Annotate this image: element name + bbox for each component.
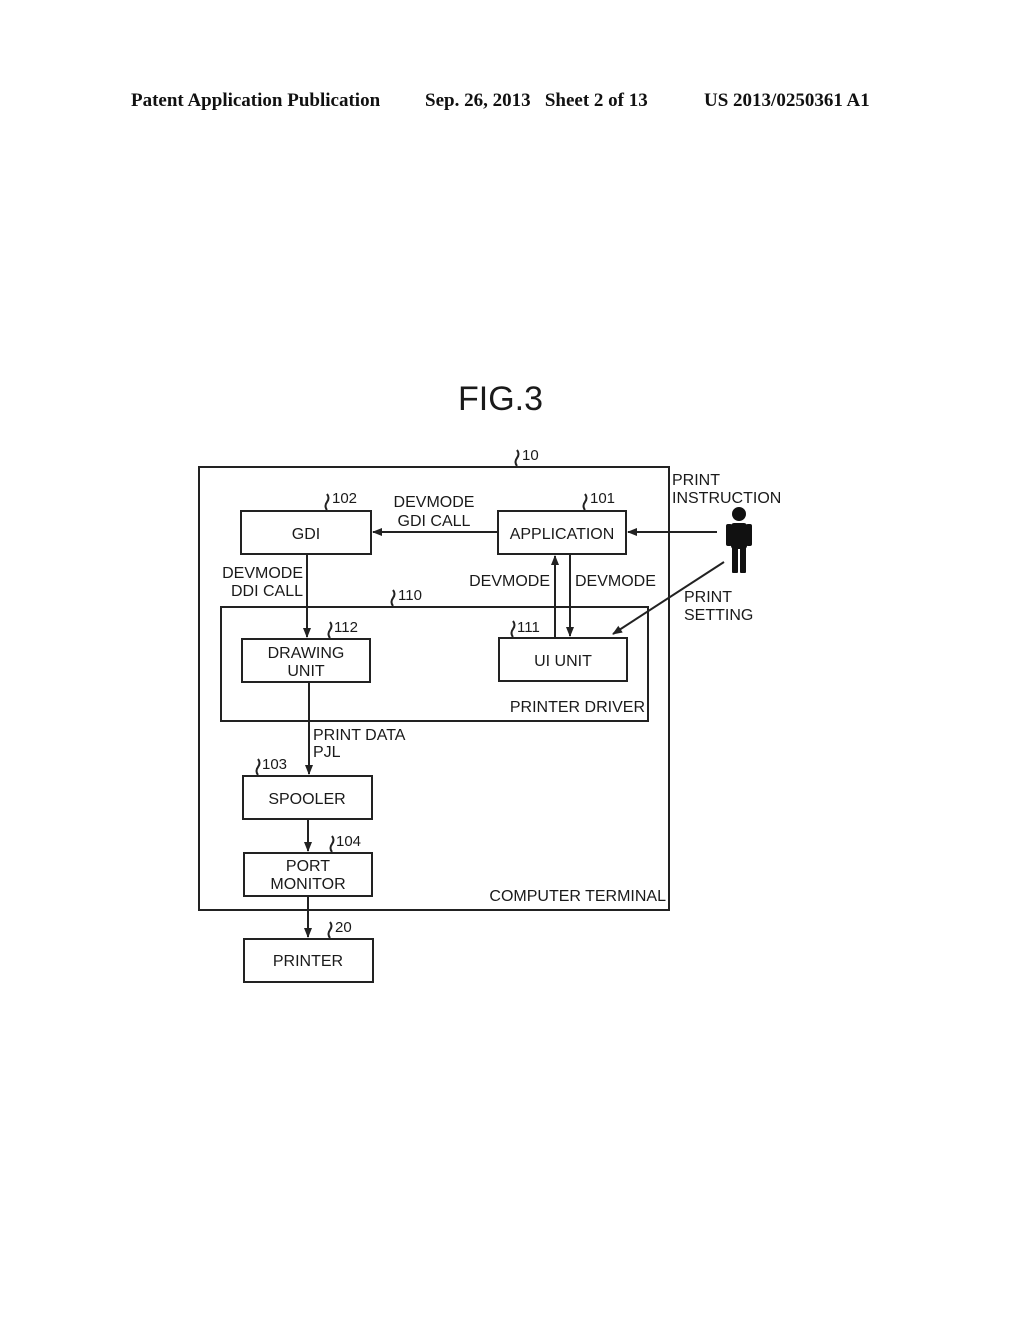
- ref-101: 101: [590, 490, 615, 507]
- edge-label-devmode-ddi: DEVMODE: [222, 565, 303, 582]
- edge-label-print-data: PRINT DATA: [313, 727, 406, 744]
- edge-label-instruction: INSTRUCTION: [672, 490, 781, 507]
- edge-label-ddi-call: DDI CALL: [231, 583, 303, 600]
- edge-label-gdi-call: GDI CALL: [398, 513, 471, 530]
- ref-leader-103: [255, 758, 261, 776]
- ref-103: 103: [262, 756, 287, 773]
- spooler-label: SPOOLER: [268, 791, 345, 808]
- ref-110: 110: [398, 587, 422, 604]
- port-monitor-label-1: PORT: [286, 858, 330, 875]
- edge-label-devmode-gdi: DEVMODE: [394, 494, 475, 511]
- application-label: APPLICATION: [510, 526, 615, 543]
- ref-leader-111: [510, 620, 516, 638]
- edge-label-print-1: PRINT: [672, 472, 720, 489]
- gdi-label: GDI: [292, 526, 320, 543]
- ref-leader-102: [324, 493, 330, 511]
- ui-unit-label: UI UNIT: [534, 653, 592, 670]
- port-monitor-label-2: MONITOR: [270, 876, 345, 893]
- ref-112: 112: [334, 619, 358, 636]
- person-icon: [726, 507, 752, 573]
- ref-leader-20: [327, 921, 333, 939]
- drawing-unit-label-2: UNIT: [287, 663, 325, 680]
- ref-111: 111: [517, 619, 540, 636]
- ref-leader-104: [329, 835, 335, 853]
- edge-label-setting: SETTING: [684, 607, 753, 624]
- ref-leader-10: [514, 449, 520, 467]
- block-diagram: 10 COMPUTER TERMINAL GDI 102 APPLICATION…: [198, 447, 781, 983]
- ref-104: 104: [336, 833, 361, 850]
- ref-102: 102: [332, 490, 357, 507]
- ref-10: 10: [522, 447, 539, 464]
- edge-label-pjl: PJL: [313, 744, 341, 761]
- ref-leader-101: [582, 493, 588, 511]
- printer-label: PRINTER: [273, 953, 343, 970]
- ref-leader-110: [390, 589, 396, 607]
- edge-label-print-2: PRINT: [684, 589, 732, 606]
- ref-leader-112: [327, 621, 333, 639]
- printer-driver-label: PRINTER DRIVER: [510, 699, 645, 716]
- ref-20: 20: [335, 919, 352, 936]
- drawing-unit-label-1: DRAWING: [268, 645, 345, 662]
- edge-label-devmode-up: DEVMODE: [469, 573, 550, 590]
- edge-label-devmode-down: DEVMODE: [575, 573, 656, 590]
- computer-terminal-label: COMPUTER TERMINAL: [489, 888, 666, 905]
